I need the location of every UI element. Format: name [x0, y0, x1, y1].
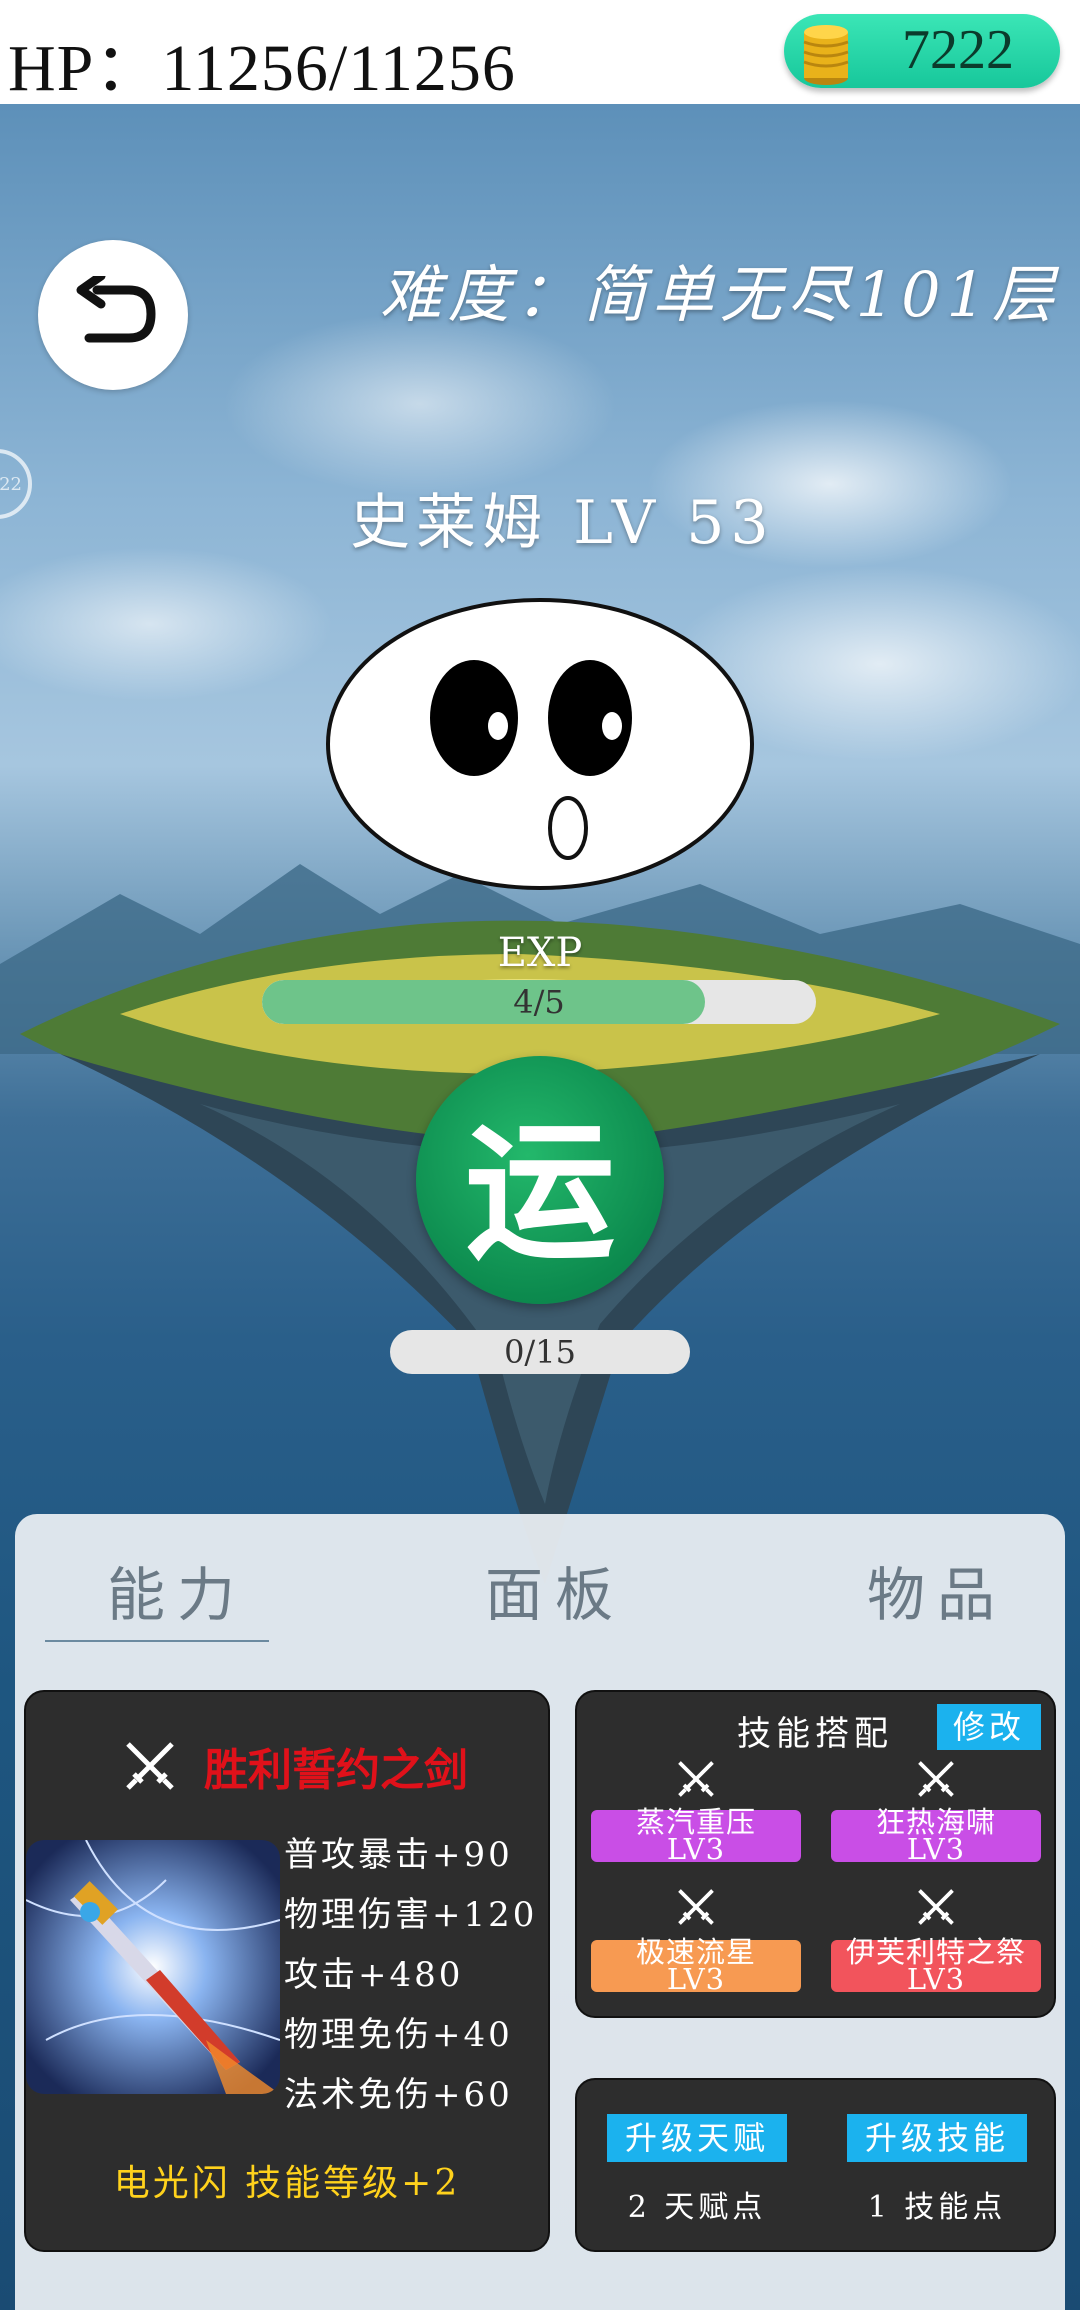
- skill-level: LV3: [666, 1832, 726, 1866]
- skill-level: LV3: [906, 1962, 966, 1996]
- luck-progress-bar: 0/15: [390, 1330, 690, 1374]
- gold-coin-stack-icon: [803, 25, 849, 85]
- slime-monster-icon[interactable]: [322, 594, 758, 894]
- skill-level: LV3: [666, 1962, 726, 1996]
- bottom-panel: 能力 面板 物品 胜利誓约之剑 普攻暴击+90 物理伤害+120 攻击+480 …: [15, 1514, 1065, 2310]
- skill-slot-1[interactable]: 蒸汽重压 LV3: [591, 1808, 801, 1866]
- weapon-stat: 物理免伤+40: [284, 2015, 513, 2055]
- luck-action-label: 运: [464, 1106, 615, 1281]
- skill-slot-4[interactable]: 伊芙利特之祭 LV3: [831, 1938, 1041, 1996]
- crossed-swords-icon: [918, 1889, 954, 1925]
- coin-value: 7222: [902, 19, 1014, 81]
- upgrade-skill-button[interactable]: 升级技能: [847, 2114, 1027, 2162]
- skill-points: 1 技能点: [867, 2190, 1007, 2225]
- luck-action-button[interactable]: 运: [416, 1056, 664, 1304]
- weapon-skill-bonus: 电光闪 技能等级+2: [113, 2163, 461, 2204]
- coin-counter: 7222: [784, 14, 1060, 88]
- status-bar: HP：11256/11256 7222: [0, 0, 1080, 105]
- skill-loadout-title: 技能搭配: [737, 1714, 893, 1754]
- back-button[interactable]: [38, 240, 188, 390]
- return-arrow-icon: [76, 276, 156, 343]
- upgrade-card: 升级天赋 2 天赋点 升级技能 1 技能点: [575, 2078, 1056, 2252]
- skill-slot-3[interactable]: 极速流星 LV3: [591, 1938, 801, 1996]
- weapon-image: [26, 1840, 280, 2094]
- hp-display: HP：11256/11256: [8, 14, 516, 110]
- difficulty-label: 难度：简单无尽101层: [379, 258, 1060, 331]
- tab-items[interactable]: 物品: [867, 1548, 1007, 1632]
- active-tab-indicator: [45, 1640, 269, 1642]
- modify-skills-button[interactable]: 修改: [937, 1704, 1041, 1750]
- side-ring-text: 22: [0, 473, 22, 495]
- luck-progress-text: 0/15: [504, 1333, 576, 1371]
- weapon-stat: 普攻暴击+90: [284, 1835, 513, 1875]
- exp-progress-bar: 4/5: [262, 980, 816, 1024]
- hp-label: HP：: [8, 32, 162, 105]
- tab-ability[interactable]: 能力: [107, 1548, 247, 1632]
- weapon-stat: 法术免伤+60: [284, 2075, 513, 2115]
- skill-level: LV3: [906, 1832, 966, 1866]
- crossed-swords-icon: [918, 1761, 954, 1797]
- upgrade-talent-button[interactable]: 升级天赋: [607, 2114, 787, 2162]
- skill-slot-2[interactable]: 狂热海啸 LV3: [831, 1808, 1041, 1866]
- side-timer-ring[interactable]: 22: [0, 449, 32, 519]
- skill-loadout-card: 技能搭配 修改 蒸汽重压 LV3 狂热海啸 LV3 极速流星 LV3 伊芙利特之…: [575, 1690, 1056, 2018]
- weapon-stat: 攻击+480: [284, 1955, 464, 1995]
- weapon-name: 胜利誓约之剑: [204, 1745, 468, 1796]
- crossed-swords-icon: [678, 1889, 714, 1925]
- monster-name-level: 史莱姆 LV 53: [350, 488, 775, 558]
- crossed-swords-icon: [678, 1761, 714, 1797]
- exp-progress-text: 4/5: [513, 983, 565, 1021]
- weapon-card[interactable]: 胜利誓约之剑 普攻暴击+90 物理伤害+120 攻击+480 物理免伤+40 法…: [24, 1690, 550, 2252]
- crossed-swords-icon: [126, 1742, 174, 1790]
- hp-value: 11256/11256: [161, 32, 516, 105]
- weapon-stat: 物理伤害+120: [284, 1895, 538, 1935]
- talent-points: 2 天赋点: [627, 2190, 767, 2225]
- exp-label: EXP: [497, 930, 583, 976]
- tab-stats[interactable]: 面板: [485, 1548, 625, 1632]
